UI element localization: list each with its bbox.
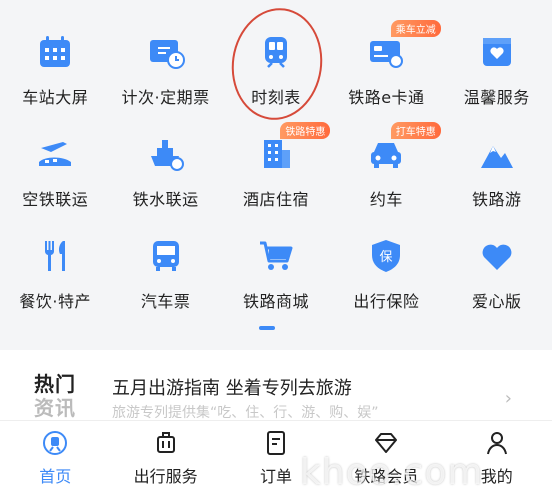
- heart-box-icon: [475, 30, 519, 74]
- page-indicator[interactable]: [259, 326, 275, 330]
- diamond-icon: [375, 433, 398, 453]
- service-label: 爱心版: [472, 292, 522, 311]
- heart-icon: [475, 234, 519, 278]
- news-title[interactable]: 五月出游指南 坐着专列去旅游: [112, 374, 352, 400]
- person-icon: [486, 432, 507, 455]
- service-label: 餐饮·特产: [19, 292, 91, 311]
- service-label: 酒店住宿: [242, 190, 309, 209]
- luggage-icon: [156, 432, 175, 453]
- service-label: 约车: [369, 190, 403, 209]
- ticket-clock-icon: [144, 30, 188, 74]
- tab-orders[interactable]: 订单: [221, 421, 331, 500]
- service-label: 计次·定期票: [121, 88, 210, 107]
- service-label: 铁路e卡通: [348, 88, 425, 107]
- service-label: 铁路游: [472, 190, 522, 209]
- tab-travel-service[interactable]: 出行服务: [110, 421, 220, 500]
- bus-icon: [144, 234, 188, 278]
- service-label: 汽车票: [140, 292, 191, 311]
- news-subtitle: 旅游专列提供集“吃、住、行、游、购、娱”: [112, 405, 379, 421]
- service-label: 车站大屏: [22, 88, 89, 107]
- promo-badge: 打车特惠: [390, 122, 441, 139]
- news-tag-line1: 热门: [34, 372, 76, 396]
- service-label: 温馨服务: [463, 88, 530, 107]
- service-insurance[interactable]: 保 出行保险: [331, 228, 441, 330]
- news-tag: 热门 资讯: [34, 372, 76, 420]
- tab-label: 订单: [259, 467, 292, 486]
- order-icon: [266, 431, 285, 455]
- tab-label: 首页: [39, 467, 72, 486]
- service-label: 铁路商城: [242, 292, 309, 311]
- service-label: 出行保险: [353, 292, 420, 311]
- service-station-screen[interactable]: 车站大屏: [0, 24, 110, 126]
- service-label: 铁水联运: [132, 190, 199, 209]
- service-mall[interactable]: 铁路商城: [221, 228, 331, 330]
- tab-label: 我的: [480, 467, 513, 486]
- mountain-icon: [475, 132, 519, 176]
- promo-badge: 乘车立减: [390, 20, 441, 37]
- service-ride[interactable]: 打车特惠 约车: [331, 122, 441, 228]
- service-timetable[interactable]: 时刻表: [221, 24, 331, 126]
- service-air-rail[interactable]: 空铁联运: [0, 126, 110, 228]
- calendar-screen-icon: [33, 30, 77, 74]
- promo-badge: 铁路特惠: [280, 122, 331, 139]
- svg-text:保: 保: [380, 250, 393, 265]
- shield-icon: 保: [364, 234, 408, 278]
- home-train-icon: [43, 431, 68, 455]
- cart-icon: [254, 234, 298, 278]
- service-rail-tour[interactable]: 铁路游: [442, 126, 552, 228]
- service-bus[interactable]: 汽车票: [110, 228, 220, 330]
- service-ecard[interactable]: 乘车立减 铁路e卡通: [331, 20, 441, 126]
- service-food[interactable]: 餐饮·特产: [0, 228, 110, 330]
- service-rail-water[interactable]: 铁水联运: [110, 126, 220, 228]
- tab-label: 铁路会员: [354, 467, 419, 486]
- news-tag-line2: 资讯: [34, 396, 76, 420]
- bottom-tab-bar: 首页 出行服务 订单 铁路会员 我的: [0, 420, 552, 500]
- service-periodic-ticket[interactable]: 计次·定期票: [110, 24, 220, 126]
- news-banner[interactable]: 热门 资讯 五月出游指南 坐着专列去旅游 旅游专列提供集“吃、住、行、游、购、娱…: [0, 350, 552, 422]
- service-grid: 车站大屏 计次·定期票 时刻表 乘车立减 铁路e卡通 温馨服务 空铁联运 铁水联…: [0, 0, 552, 320]
- service-hotel[interactable]: 铁路特惠 酒店住宿: [221, 122, 331, 228]
- service-label: 空铁联运: [22, 190, 89, 209]
- plane-train-icon: [33, 132, 77, 176]
- train-icon: [254, 30, 298, 74]
- service-label: 时刻表: [251, 88, 301, 107]
- service-love-mode[interactable]: 爱心版: [442, 228, 552, 330]
- tab-membership[interactable]: 铁路会员: [331, 421, 441, 500]
- ship-icon: [144, 132, 188, 176]
- fork-knife-icon: [33, 234, 77, 278]
- tab-label: 出行服务: [133, 467, 198, 486]
- chevron-right-icon[interactable]: ›: [505, 388, 512, 409]
- tab-home[interactable]: 首页: [0, 421, 110, 500]
- tab-profile[interactable]: 我的: [442, 421, 552, 500]
- service-care[interactable]: 温馨服务: [442, 24, 552, 126]
